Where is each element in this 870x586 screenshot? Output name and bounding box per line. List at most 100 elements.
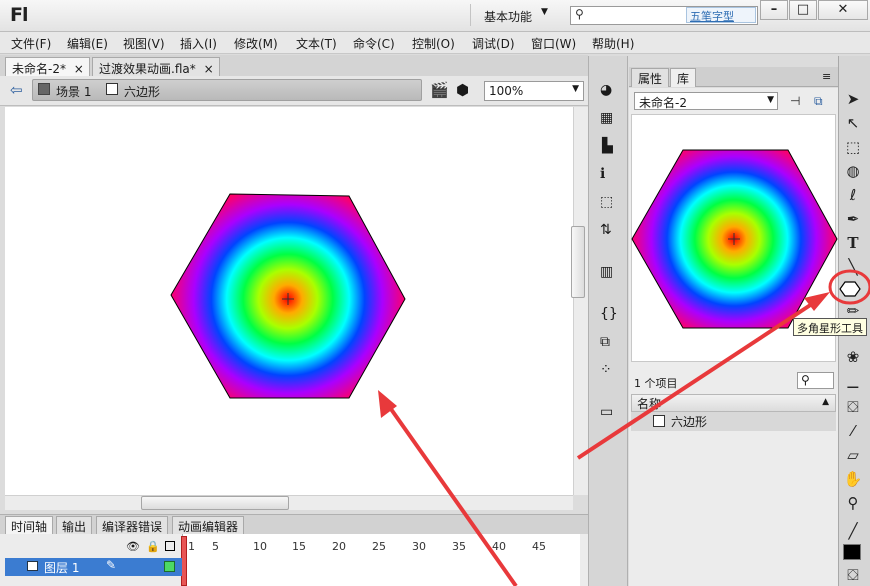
lock-icon[interactable]: 🔒 — [146, 540, 160, 553]
motion-presets-icon[interactable]: ⁘ — [600, 362, 612, 378]
library-document-value: 未命名-2 — [639, 96, 687, 110]
close-icon[interactable]: × — [204, 62, 214, 76]
stroke-color-icon[interactable]: ╱ — [841, 520, 865, 542]
tab-compiler-errors[interactable]: 编译器错误 — [96, 516, 169, 534]
tab-label: 未命名-2* — [12, 62, 66, 76]
subselection-tool-icon[interactable]: ↖ — [841, 112, 865, 134]
close-icon[interactable]: × — [74, 62, 84, 76]
chevron-down-icon[interactable]: ▼ — [541, 7, 548, 17]
frame-number: 20 — [332, 540, 346, 553]
frame-number: 5 — [212, 540, 219, 553]
horizontal-scrollbar[interactable] — [5, 495, 573, 510]
menu-window[interactable]: 窗口(W) — [531, 35, 576, 52]
horizontal-scroll-thumb[interactable] — [141, 496, 289, 510]
search-icon: ⚲ — [575, 7, 584, 21]
pen-tool-icon[interactable]: ✒ — [841, 208, 865, 230]
paint-bucket-icon[interactable]: ⛋ — [841, 396, 865, 418]
search-icon: ⚲ — [801, 373, 810, 387]
pencil-icon: ✎ — [106, 558, 117, 572]
tab-properties[interactable]: 属性 — [631, 68, 670, 87]
graphic-symbol-icon — [653, 415, 665, 427]
align-icon[interactable]: ▙ — [602, 138, 613, 154]
polystar-tool-icon[interactable] — [838, 278, 862, 300]
breadcrumb-scene[interactable]: 场景 1 — [56, 83, 91, 100]
library-item[interactable]: 六边形 — [631, 412, 836, 431]
hand-tool-icon[interactable]: ✋ — [841, 468, 865, 490]
tab-transition-animation[interactable]: 过渡效果动画.fla* × — [92, 57, 220, 76]
vertical-scroll-thumb[interactable] — [571, 226, 585, 298]
ime-mode-label: 五笔字型 — [690, 10, 734, 23]
breadcrumb-symbol[interactable]: 六边形 — [124, 83, 160, 100]
deco-tool-icon[interactable]: ❀ — [841, 346, 865, 368]
menu-insert[interactable]: 插入(I) — [180, 35, 217, 52]
edit-symbols-icon[interactable]: ⬢ — [456, 81, 469, 99]
free-transform-tool-icon[interactable]: ⬚ — [841, 136, 865, 158]
actions-icon[interactable]: {} — [600, 306, 618, 322]
tab-untitled-2[interactable]: 未命名-2* × — [5, 57, 90, 76]
zoom-value: 100% — [489, 84, 524, 98]
bone-tool-icon[interactable]: ⚊ — [841, 372, 865, 394]
tab-output[interactable]: 输出 — [56, 516, 93, 534]
eraser-icon[interactable]: ▱ — [841, 444, 865, 466]
layer-icon — [27, 561, 38, 571]
back-arrow-icon[interactable]: ⇦ — [10, 81, 23, 99]
info-icon[interactable]: ℹ — [600, 166, 605, 182]
frame-number: 1 — [188, 540, 195, 553]
swatches-icon[interactable]: ▦ — [600, 110, 613, 126]
history-icon[interactable]: ⇅ — [600, 222, 612, 238]
tab-motion-editor[interactable]: 动画编辑器 — [172, 516, 245, 534]
library-document-select[interactable]: 未命名-2 ▼ — [634, 92, 778, 110]
tab-timeline[interactable]: 时间轴 — [5, 516, 54, 534]
ime-status-bar[interactable]: 五笔字型 — [686, 7, 756, 23]
menu-view[interactable]: 视图(V) — [123, 35, 165, 52]
layer-name[interactable]: 图层 1 — [44, 559, 79, 576]
outline-icon[interactable] — [165, 541, 175, 551]
close-window-button[interactable]: ✕ — [818, 0, 868, 20]
transform-icon[interactable]: ⬚ — [600, 194, 613, 210]
library-search-input[interactable]: ⚲ — [797, 372, 834, 389]
vertical-scrollbar[interactable] — [573, 107, 588, 495]
pin-icon[interactable]: ⊣ — [790, 94, 800, 108]
menu-text[interactable]: 文本(T) — [296, 35, 337, 52]
workspace-switcher[interactable]: 基本功能 — [484, 8, 532, 25]
lasso-tool-icon[interactable]: ℓ — [841, 184, 865, 206]
flash-logo: Fl — [10, 4, 28, 26]
menu-control[interactable]: 控制(O) — [412, 35, 455, 52]
library-item-label: 六边形 — [671, 415, 708, 429]
panel-menu-icon[interactable]: ≡ — [822, 70, 831, 83]
frame-number: 45 — [532, 540, 546, 553]
3d-rotation-tool-icon[interactable]: ◍ — [841, 160, 865, 182]
hexagon-shape[interactable] — [168, 190, 408, 402]
line-tool-icon[interactable]: ╲ — [841, 256, 865, 278]
menu-file[interactable]: 文件(F) — [11, 35, 51, 52]
frame-number: 10 — [253, 540, 267, 553]
maximize-button[interactable]: □ — [789, 0, 817, 20]
sort-ascending-icon: ▲ — [822, 397, 829, 407]
menu-debug[interactable]: 调试(D) — [472, 35, 515, 52]
eye-icon[interactable]: 👁 — [126, 540, 140, 553]
zoom-tool-icon[interactable]: ⚲ — [841, 492, 865, 514]
text-tool-icon[interactable]: T — [841, 232, 865, 254]
library-item-count: 1 个项目 — [634, 377, 678, 390]
color-panel-icon[interactable]: ◕ — [600, 82, 612, 98]
movie-explorer-icon[interactable]: ▭ — [600, 404, 613, 420]
menu-modify[interactable]: 修改(M) — [234, 35, 278, 52]
fill-bucket-icon[interactable]: ⛋ — [841, 564, 865, 586]
frame-number: 25 — [372, 540, 386, 553]
selection-tool-icon[interactable]: ➤ — [841, 88, 865, 110]
minimize-button[interactable]: – — [760, 0, 788, 20]
fill-color-swatch[interactable] — [843, 544, 861, 560]
menu-help[interactable]: 帮助(H) — [592, 35, 634, 52]
edit-scene-icon[interactable]: 🎬 — [430, 81, 449, 99]
new-library-panel-icon[interactable]: ⧉ — [814, 94, 823, 109]
menu-commands[interactable]: 命令(C) — [353, 35, 395, 52]
tab-library[interactable]: 库 — [670, 68, 697, 87]
library-icon[interactable]: ▥ — [600, 264, 613, 280]
library-column-header[interactable]: 名称 ▲ — [631, 394, 836, 412]
layer-color-icon[interactable] — [164, 561, 175, 572]
frame-number: 30 — [412, 540, 426, 553]
eyedropper-icon[interactable]: ⁄ — [841, 420, 865, 442]
components-icon[interactable]: ⧉ — [600, 334, 610, 350]
zoom-select[interactable]: 100% ▼ — [484, 81, 584, 101]
menu-edit[interactable]: 编辑(E) — [67, 35, 108, 52]
